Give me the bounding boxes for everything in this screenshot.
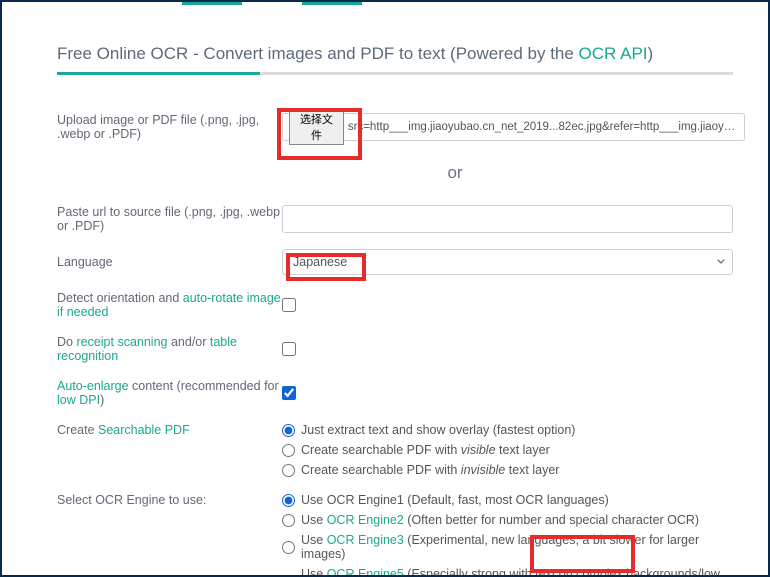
browse-button[interactable]: 选择文件 [289, 109, 344, 145]
title-prefix: Free Online OCR - Convert images and PDF… [57, 44, 579, 63]
title-divider [57, 72, 733, 75]
language-select[interactable]: Japanese [282, 249, 733, 275]
ocr-api-link[interactable]: OCR API [579, 44, 648, 63]
url-input[interactable] [282, 205, 733, 233]
title-suffix: ) [648, 44, 654, 63]
receipt-label: Do receipt scanning and/or table recogni… [57, 335, 282, 363]
engine-label: Select OCR Engine to use: [57, 493, 282, 507]
radio-visible[interactable] [282, 444, 295, 457]
radio-invisible[interactable] [282, 464, 295, 477]
auto-rotate-label: Detect orientation and auto-rotate image… [57, 291, 282, 319]
radio-engine1[interactable] [282, 494, 295, 507]
or-separator: or [177, 163, 733, 183]
page-title: Free Online OCR - Convert images and PDF… [57, 44, 733, 64]
opt-invisible: Create searchable PDF with invisible tex… [301, 463, 559, 477]
low-dpi-link[interactable]: low DPI [57, 393, 100, 407]
auto-enlarge-link[interactable]: Auto-enlarge [57, 379, 129, 393]
enlarge-label: Auto-enlarge content (recommended for lo… [57, 379, 282, 407]
file-name-display: src=http___img.jiaoyubao.cn_net_2019...8… [348, 121, 738, 133]
opt-overlay: Just extract text and show overlay (fast… [301, 423, 575, 437]
radio-engine2[interactable] [282, 514, 295, 527]
language-label: Language [57, 255, 282, 269]
file-input-container: 选择文件 src=http___img.jiaoyubao.cn_net_201… [282, 113, 745, 141]
opt-engine1: Use OCR Engine1 (Default, fast, most OCR… [301, 493, 609, 507]
radio-engine3[interactable] [282, 541, 295, 554]
opt-engine3: Use OCR Engine3 (Experimental, new langu… [301, 533, 733, 561]
opt-engine2: Use OCR Engine2 (Often better for number… [301, 513, 699, 527]
enlarge-checkbox[interactable] [282, 386, 296, 400]
url-label: Paste url to source file (.png, .jpg, .w… [57, 205, 282, 233]
opt-visible: Create searchable PDF with visible text … [301, 443, 550, 457]
auto-rotate-checkbox[interactable] [282, 298, 296, 312]
receipt-checkbox[interactable] [282, 342, 296, 356]
upload-label: Upload image or PDF file (.png, .jpg, .w… [57, 113, 282, 141]
searchable-pdf-label: Create Searchable PDF [57, 423, 282, 437]
searchable-pdf-link[interactable]: Searchable PDF [98, 423, 190, 437]
radio-overlay[interactable] [282, 424, 295, 437]
receipt-scanning-link[interactable]: receipt scanning [76, 335, 167, 349]
opt-engine5: Use OCR Engine5 (Especially strong with … [301, 567, 733, 577]
